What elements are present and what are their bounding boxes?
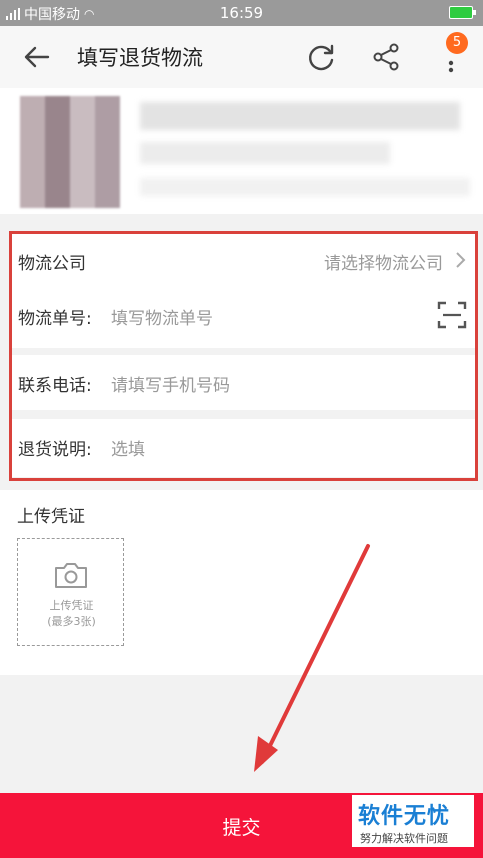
product-image [20, 96, 120, 208]
app-header: 填写退货物流 5 [0, 26, 483, 88]
company-hint: 请选择物流公司 [324, 254, 443, 274]
product-spec-blurred [140, 142, 390, 164]
upload-box-label: 上传凭证 [49, 599, 94, 612]
phone-input[interactable]: 请填写手机号码 [111, 371, 230, 396]
product-price-blurred [140, 178, 470, 196]
refresh-icon[interactable] [305, 41, 337, 73]
battery-icon [449, 6, 476, 19]
tracking-row: 物流单号: 填写物流单号 [10, 288, 477, 348]
phone-row: 联系电话: 请填写手机号码 [10, 355, 477, 410]
phone-label: 联系电话: [18, 376, 92, 396]
camera-icon [55, 563, 87, 588]
chevron-right-icon [456, 252, 466, 268]
page-title: 填写退货物流 [77, 46, 203, 70]
back-icon[interactable] [22, 42, 52, 72]
tracking-label: 物流单号: [18, 309, 92, 329]
upload-section: 上传凭证 上传凭证 (最多3张) [0, 490, 483, 675]
upload-box-limit: (最多3张) [47, 615, 96, 628]
scan-icon[interactable] [437, 300, 467, 330]
notification-badge: 5 [446, 32, 468, 54]
watermark-title: 软件无忧 [358, 804, 451, 829]
tracking-input[interactable]: 填写物流单号 [111, 304, 213, 329]
note-label: 退货说明: [18, 440, 92, 460]
watermark-subtitle: 努力解决软件问题 [360, 832, 448, 845]
status-bar: 中国移动 ◠ 16:59 [0, 0, 483, 26]
company-row[interactable]: 物流公司 请选择物流公司 [10, 233, 477, 288]
share-icon[interactable] [370, 41, 402, 73]
upload-title: 上传凭证 [17, 507, 85, 527]
status-time: 16:59 [219, 4, 264, 22]
upload-button[interactable]: 上传凭证 (最多3张) [17, 538, 124, 646]
product-card [0, 88, 483, 214]
note-input[interactable]: 选填 [111, 435, 145, 460]
watermark-logo: 软件无忧 努力解决软件问题 [352, 795, 474, 847]
company-label: 物流公司 [18, 254, 86, 274]
product-title-blurred [140, 102, 460, 130]
note-row: 退货说明: 选填 [10, 419, 477, 477]
